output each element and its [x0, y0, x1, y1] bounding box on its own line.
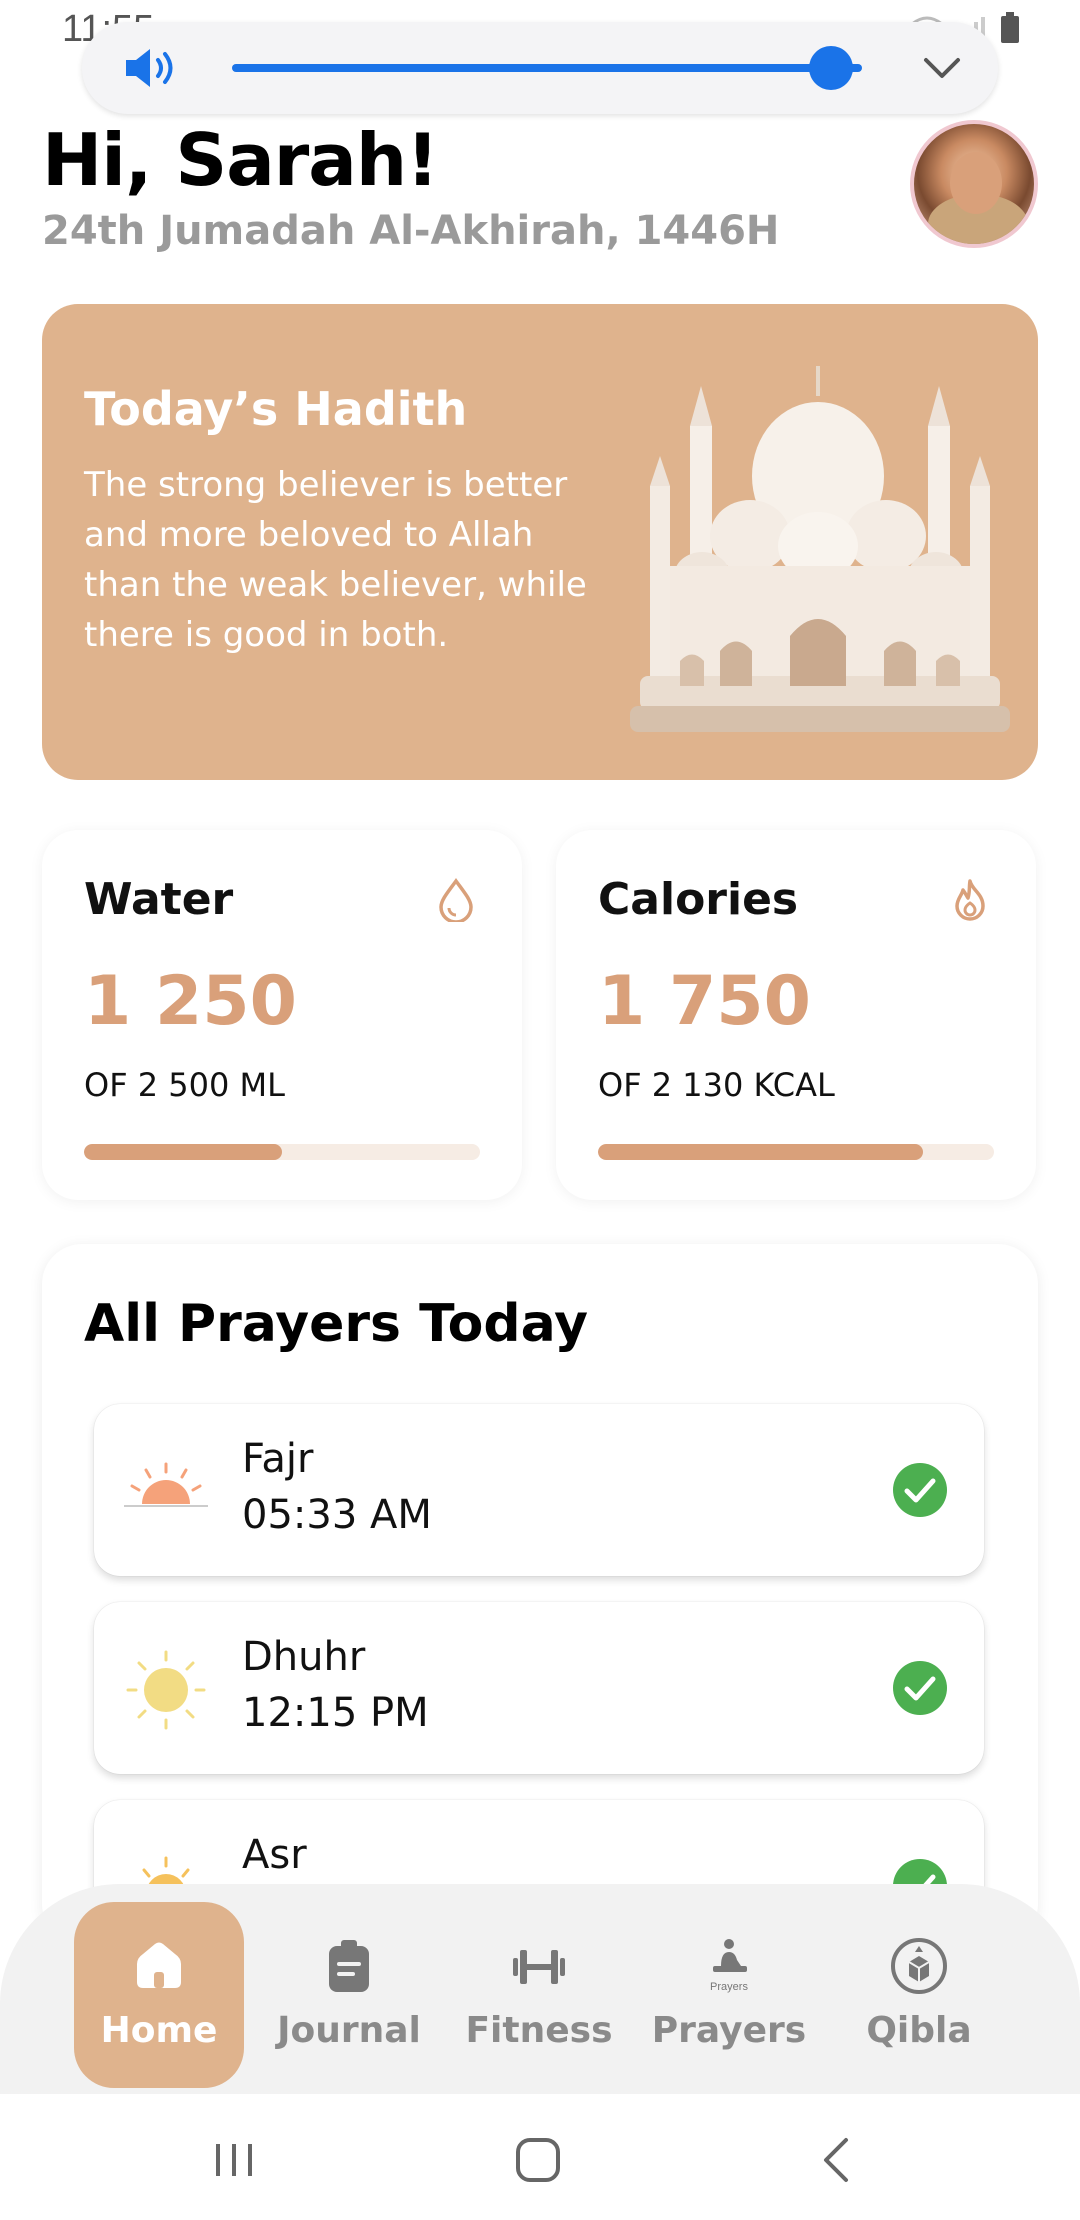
nav-label: Prayers — [651, 2010, 807, 2051]
prayer-name: Asr — [242, 1832, 307, 1878]
nav-item-journal[interactable]: Journal — [264, 1902, 434, 2088]
water-goal: OF 2 500 ML — [84, 1066, 285, 1104]
bottom-nav: Home Journal Fitness Prayers Prayers Qib… — [0, 1884, 1080, 2094]
chevron-down-icon[interactable] — [922, 50, 962, 86]
calories-progress-bar — [598, 1144, 994, 1160]
water-card[interactable]: Water 1 250 OF 2 500 ML — [42, 830, 522, 1200]
water-title: Water — [84, 874, 234, 925]
flame-icon — [955, 879, 985, 921]
prayer-name: Dhuhr — [242, 1634, 366, 1680]
prayer-time: 12:15 PM — [242, 1690, 429, 1736]
battery-icon — [1001, 12, 1019, 43]
avatar-face — [950, 152, 1002, 214]
water-progress-bar — [84, 1144, 480, 1160]
prayer-item-dhuhr[interactable]: Dhuhr 12:15 PM — [94, 1602, 984, 1774]
hadith-title: Today’s Hadith — [84, 382, 468, 436]
mosque-illustration — [630, 366, 1010, 732]
svg-text:Prayers: Prayers — [710, 1981, 748, 1993]
prayer-name: Fajr — [242, 1436, 314, 1482]
journal-icon — [329, 1940, 369, 1992]
calories-goal: OF 2 130 KCAL — [598, 1066, 835, 1104]
nav-label: Qibla — [866, 2010, 972, 2051]
calories-card[interactable]: Calories 1 750 OF 2 130 KCAL — [556, 830, 1036, 1200]
prayers-card: All Prayers Today Fajr 05:33 AM Dhuhr 12… — [42, 1244, 1038, 1944]
nav-item-home[interactable]: Home — [74, 1902, 244, 2088]
hadith-card[interactable]: Today’s Hadith The strong believer is be… — [42, 304, 1038, 780]
avatar[interactable] — [910, 120, 1038, 248]
check-circle-icon[interactable] — [892, 1660, 948, 1716]
sunrise-icon — [124, 1462, 208, 1507]
compass-icon — [891, 1938, 947, 1994]
prayer-time: 05:33 AM — [242, 1492, 432, 1538]
prayer-item-fajr[interactable]: Fajr 05:33 AM — [94, 1404, 984, 1576]
home-icon — [137, 1942, 181, 1988]
water-progress-fill — [84, 1144, 282, 1160]
volume-popup — [82, 22, 998, 114]
speaker-icon[interactable] — [122, 46, 182, 90]
nav-label: Home — [100, 2010, 218, 2051]
nav-item-qibla[interactable]: Qibla — [834, 1902, 1004, 2088]
calories-progress-fill — [598, 1144, 923, 1160]
back-icon[interactable] — [808, 2132, 868, 2188]
nav-item-fitness[interactable]: Fitness — [454, 1902, 624, 2088]
water-drop-icon — [439, 878, 473, 922]
water-value: 1 250 — [84, 962, 297, 1041]
hadith-text: The strong believer is better and more b… — [84, 465, 587, 655]
prayer-mat-icon: Prayers — [710, 1939, 748, 1993]
nav-label: Fitness — [465, 2010, 613, 2051]
sun-icon — [126, 1650, 206, 1730]
nav-item-prayers[interactable]: Prayers Prayers — [644, 1902, 814, 2088]
recent-apps-icon[interactable] — [204, 2132, 264, 2188]
hijri-date: 24th Jumadah Al-Akhirah, 1446H — [42, 208, 780, 254]
greeting-title: Hi, Sarah! — [42, 118, 439, 202]
prayers-title: All Prayers Today — [84, 1294, 589, 1354]
calories-title: Calories — [598, 874, 799, 925]
volume-slider-thumb[interactable] — [808, 46, 853, 90]
home-button-icon[interactable] — [508, 2132, 568, 2188]
nav-label: Journal — [277, 2010, 421, 2051]
dumbbell-icon — [513, 1950, 565, 1984]
check-circle-icon[interactable] — [892, 1462, 948, 1518]
volume-slider[interactable] — [232, 46, 862, 90]
system-nav-bar — [0, 2094, 1080, 2220]
calories-value: 1 750 — [598, 962, 811, 1041]
